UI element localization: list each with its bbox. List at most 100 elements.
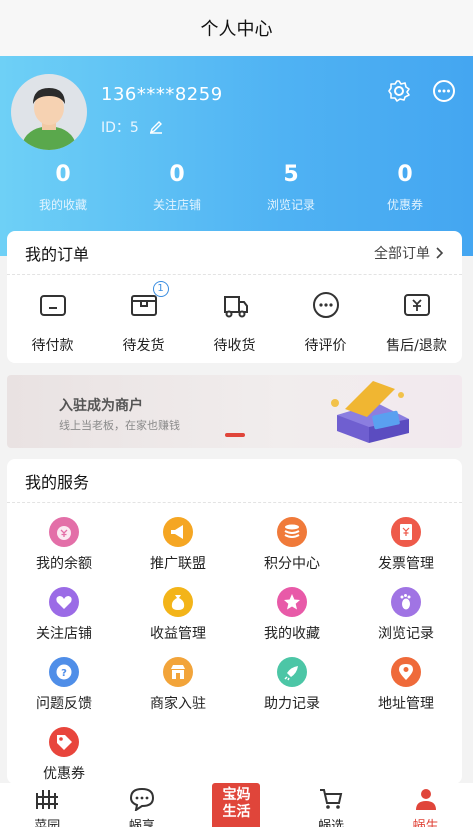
message-icon[interactable] (431, 78, 457, 104)
all-orders-label: 全部订单 (374, 245, 430, 262)
service-label: 商家入驻 (150, 696, 206, 712)
carousel-indicator (225, 433, 245, 437)
money-bag-icon (49, 517, 79, 547)
garden-icon (36, 790, 59, 809)
location-pin-icon (391, 657, 421, 687)
order-pending-payment[interactable]: 待付款 (13, 289, 93, 355)
tab-select[interactable]: 蜗选 (296, 783, 366, 827)
tab-label: 蜗选 (318, 819, 345, 827)
banner-subtitle: 线上当老板，在家也赚钱 (59, 419, 180, 432)
question-icon: ? (49, 657, 79, 687)
tab-label: 菜园 (34, 819, 61, 827)
star-icon (277, 587, 307, 617)
service-coupons[interactable]: 优惠券 (7, 727, 121, 783)
service-invoice[interactable]: 发票管理 (349, 517, 463, 573)
cart-icon (320, 789, 343, 809)
order-pending-review[interactable]: 待评价 (286, 289, 366, 355)
footprint-icon (391, 587, 421, 617)
chat-icon (129, 787, 154, 811)
heart-icon (49, 587, 79, 617)
service-label: 发票管理 (378, 556, 434, 572)
stat-coupons[interactable]: 0 优惠券 (348, 162, 462, 213)
stat-label: 浏览记录 (266, 198, 315, 212)
service-merchant-join[interactable]: 商家入驻 (121, 657, 235, 713)
service-label: 助力记录 (264, 696, 320, 712)
service-followed-shops[interactable]: 关注店铺 (7, 587, 121, 643)
brand-logo: 宝妈 生活 (212, 783, 261, 827)
order-pending-shipment[interactable]: 1 待发货 (104, 281, 184, 355)
order-label: 待发货 (122, 338, 165, 354)
chevron-right-icon (436, 246, 444, 259)
service-points[interactable]: 积分中心 (235, 517, 349, 573)
shop-icon (163, 657, 193, 687)
bottom-tab-bar: 菜园 蜗享 宝妈 生活 蜗选 蜗生 (0, 783, 473, 827)
svg-text:?: ? (61, 668, 67, 679)
service-label: 我的收藏 (264, 626, 320, 642)
stat-history[interactable]: 5 浏览记录 (234, 162, 348, 213)
service-label: 优惠券 (43, 766, 85, 782)
service-label: 问题反馈 (36, 696, 92, 712)
coin-stack-icon (277, 517, 307, 547)
service-promotion[interactable]: 推广联盟 (121, 517, 235, 573)
service-boost-records[interactable]: 助力记录 (235, 657, 349, 713)
service-history[interactable]: 浏览记录 (349, 587, 463, 643)
comment-icon (312, 292, 339, 318)
services-title: 我的服务 (25, 472, 90, 492)
edit-icon[interactable] (149, 120, 163, 134)
stat-label: 关注店铺 (152, 198, 201, 212)
megaphone-icon (163, 517, 193, 547)
all-orders-link[interactable]: 全部订单 (374, 243, 444, 263)
pending-shipment-badge: 1 (152, 281, 169, 297)
page-title: 个人中心 (0, 0, 473, 56)
service-feedback[interactable]: ? 问题反馈 (7, 657, 121, 713)
user-id: ID：5 (101, 120, 139, 136)
orders-title: 我的订单 (25, 244, 90, 264)
tab-profile[interactable]: 蜗生 (391, 783, 461, 827)
service-favorites[interactable]: 我的收藏 (235, 587, 349, 643)
profile-header: 136****8259 ID：5 0 我的收藏 0 关注店铺 5 浏览记录 0 … (0, 56, 473, 256)
service-label: 我的余额 (36, 556, 92, 572)
order-after-sales[interactable]: 售后/退款 (377, 289, 457, 355)
tab-garden[interactable]: 菜园 (12, 783, 82, 827)
truck-icon (223, 296, 248, 318)
service-label: 浏览记录 (378, 626, 434, 642)
invoice-icon (391, 517, 421, 547)
user-icon (415, 789, 436, 810)
tab-brand-home[interactable]: 宝妈 生活 (201, 783, 271, 827)
tab-label: 蜗享 (128, 819, 155, 827)
stat-value: 0 (397, 162, 413, 187)
brand-logo-line2: 生活 (222, 804, 251, 820)
tab-label: 蜗生 (412, 819, 439, 827)
tab-share[interactable]: 蜗享 (107, 783, 177, 827)
stat-followed-shops[interactable]: 0 关注店铺 (120, 162, 234, 213)
orders-card: 我的订单 全部订单 待付款 1 待发货 待收货 待评价 售后/退款 (7, 231, 462, 363)
service-address[interactable]: 地址管理 (349, 657, 463, 713)
rocket-icon (277, 657, 307, 687)
stat-favorites[interactable]: 0 我的收藏 (6, 162, 120, 213)
wallet-icon (39, 295, 66, 316)
banner-title: 入驻成为商户 (59, 398, 143, 414)
service-earnings[interactable]: 收益管理 (121, 587, 235, 643)
coupon-tag-icon (49, 727, 79, 757)
service-label: 地址管理 (378, 696, 434, 712)
service-label: 关注店铺 (36, 626, 92, 642)
brand-logo-line1: 宝妈 (222, 787, 251, 803)
phone-number: 136****8259 (101, 84, 223, 105)
stat-value: 0 (169, 162, 185, 187)
service-label: 推广联盟 (150, 556, 206, 572)
avatar[interactable] (11, 74, 87, 150)
order-label: 待评价 (304, 338, 347, 354)
settings-icon[interactable] (386, 78, 412, 104)
service-label: 积分中心 (264, 556, 320, 572)
refund-icon (403, 294, 430, 316)
merchant-banner[interactable]: 入驻成为商户 线上当老板，在家也赚钱 (7, 375, 462, 448)
order-label: 待付款 (31, 338, 74, 354)
order-label: 待收货 (213, 338, 256, 354)
service-balance[interactable]: 我的余额 (7, 517, 121, 573)
stat-value: 5 (283, 162, 299, 187)
services-card: 我的服务 我的余额 推广联盟 积分中心 发票管理 关注店铺 收益管理 我的收藏 … (7, 459, 462, 784)
money-bag-icon (163, 587, 193, 617)
order-label: 售后/退款 (386, 338, 447, 354)
order-pending-receipt[interactable]: 待收货 (195, 289, 275, 355)
service-label: 收益管理 (150, 626, 206, 642)
